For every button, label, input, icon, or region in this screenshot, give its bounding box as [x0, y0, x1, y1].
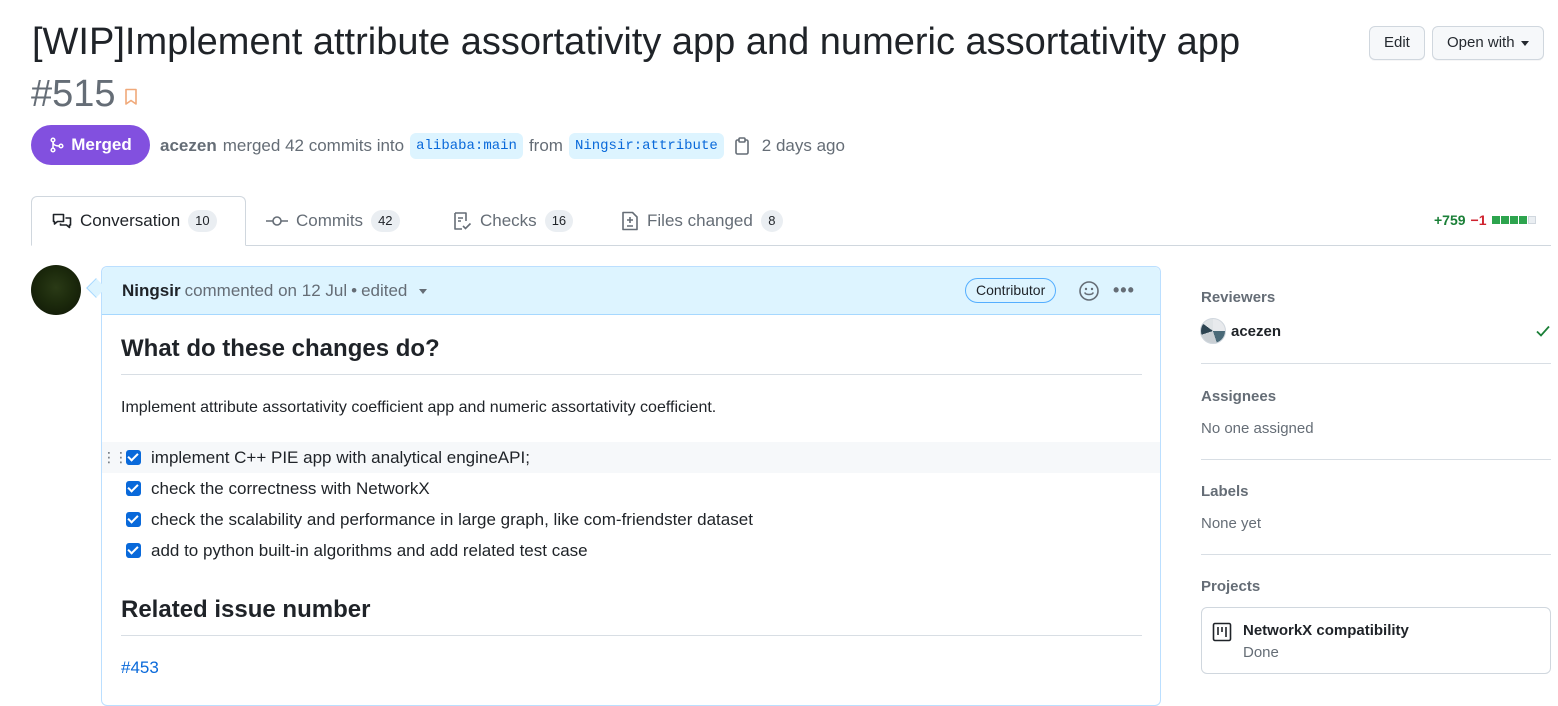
file-diff-icon — [622, 211, 638, 231]
task-checkbox[interactable] — [126, 543, 141, 558]
caret-down-icon — [1520, 40, 1529, 46]
open-with-button[interactable]: Open with — [1432, 26, 1544, 60]
git-merge-icon — [50, 137, 64, 153]
heading-rule — [121, 374, 1142, 375]
commenter-avatar[interactable] — [31, 265, 81, 315]
heading-related-issue: Related issue number — [121, 596, 371, 623]
assignees-value: No one assigned — [1201, 420, 1314, 437]
task-item[interactable]: ⋮⋮ implement C++ PIE app with analytical… — [102, 442, 1160, 473]
project-name[interactable]: NetworkX compatibility — [1243, 622, 1409, 639]
tab-files-label: Files changed — [647, 211, 753, 230]
drag-handle-icon[interactable]: ⋮⋮ — [102, 449, 128, 466]
pr-meta-line: acezen merged 42 commits into alibaba:ma… — [160, 133, 845, 159]
merged-state-label: Merged — [71, 135, 132, 154]
caret-down-icon[interactable] — [419, 288, 428, 294]
reviewer-avatar[interactable] — [1200, 318, 1226, 344]
labels-value: None yet — [1201, 515, 1262, 532]
open-with-label: Open with — [1447, 34, 1515, 51]
reviewers-title[interactable]: Reviewers — [1201, 289, 1275, 306]
comment-box: Ningsir commented on 12 Jul • edited Con… — [101, 266, 1161, 706]
heading-rule — [121, 635, 1142, 636]
tab-commits[interactable]: Commits 42 — [246, 196, 420, 246]
task-text: add to python built-in algorithms and ad… — [151, 540, 588, 560]
tab-files-changed[interactable]: Files changed 8 — [601, 196, 803, 246]
sidebar-divider — [1201, 363, 1551, 364]
tab-commits-label: Commits — [296, 211, 364, 230]
task-text: check the scalability and performance in… — [151, 509, 753, 529]
description-text: Implement attribute assortativity coeffi… — [121, 399, 717, 416]
assignees-title[interactable]: Assignees — [1201, 388, 1276, 405]
edit-button-label: Edit — [1384, 34, 1410, 51]
projects-title[interactable]: Projects — [1201, 578, 1260, 595]
merge-time[interactable]: 2 days ago — [762, 136, 845, 156]
task-item[interactable]: check the scalability and performance in… — [102, 504, 1160, 535]
pr-number: #515 — [31, 73, 116, 115]
task-item[interactable]: add to python built-in algorithms and ad… — [102, 535, 1160, 566]
contributor-badge: Contributor — [965, 278, 1057, 303]
pr-title: [WIP]Implement attribute assortativity a… — [32, 21, 1241, 63]
tab-conversation[interactable]: Conversation 10 — [31, 196, 246, 246]
task-text: check the correctness with NetworkX — [151, 478, 430, 498]
bookmark-icon[interactable] — [124, 88, 138, 106]
diff-block-add — [1491, 216, 1500, 224]
copy-icon[interactable] — [734, 137, 750, 155]
edit-button[interactable]: Edit — [1369, 26, 1425, 60]
merger-link[interactable]: acezen — [160, 136, 217, 156]
edited-dropdown[interactable]: edited — [361, 281, 407, 301]
sidebar-divider — [1201, 554, 1551, 555]
tab-checks-count: 16 — [544, 210, 574, 232]
head-branch[interactable]: Ningsir:attribute — [568, 133, 724, 159]
comment-author[interactable]: Ningsir — [122, 281, 181, 301]
heading-changes: What do these changes do? — [121, 335, 440, 362]
diff-block-add — [1509, 216, 1518, 224]
reviewer-row[interactable]: acezen — [1200, 318, 1551, 344]
merged-state-badge: Merged — [31, 125, 150, 165]
task-checkbox[interactable] — [126, 481, 141, 496]
tab-checks-label: Checks — [480, 211, 537, 230]
project-card[interactable]: NetworkX compatibility Done — [1201, 607, 1551, 674]
project-board-icon — [1212, 622, 1232, 642]
kebab-menu-icon[interactable]: ••• — [1113, 280, 1135, 301]
task-checkbox[interactable] — [126, 512, 141, 527]
git-commit-icon — [266, 216, 288, 226]
diff-block-add — [1518, 216, 1527, 224]
diff-block-empty — [1527, 216, 1536, 224]
task-item[interactable]: check the correctness with NetworkX — [102, 473, 1160, 504]
diffstat-blocks — [1491, 216, 1537, 224]
diff-additions: +759 — [1434, 212, 1466, 228]
task-text: implement C++ PIE app with analytical en… — [151, 447, 530, 467]
comment-separator: • — [351, 281, 358, 300]
tab-commits-count: 42 — [371, 210, 400, 232]
diffstat[interactable]: +759 −1 — [1434, 212, 1537, 228]
tab-files-count: 8 — [760, 210, 783, 232]
merged-text: merged 42 commits into — [222, 136, 405, 155]
issue-link[interactable]: #453 — [121, 658, 159, 678]
diff-deletions: −1 — [1470, 212, 1487, 228]
sidebar-divider — [1201, 459, 1551, 460]
comment-header-text: Ningsir commented on 12 Jul • edited — [122, 281, 428, 301]
base-branch[interactable]: alibaba:main — [410, 133, 523, 159]
check-icon — [1536, 325, 1550, 337]
comment-meta[interactable]: commented on 12 Jul — [185, 281, 348, 301]
labels-title[interactable]: Labels — [1201, 483, 1249, 500]
comment-discussion-icon — [52, 213, 72, 229]
checklist-icon — [454, 212, 472, 230]
from-text: from — [528, 136, 563, 155]
project-status: Done — [1243, 644, 1279, 661]
comment-header: Ningsir commented on 12 Jul • edited Con… — [102, 267, 1160, 315]
tab-conversation-count: 10 — [188, 210, 217, 232]
tab-checks[interactable]: Checks 16 — [432, 196, 593, 246]
task-checkbox[interactable] — [126, 450, 141, 465]
tab-conversation-label: Conversation — [80, 211, 181, 230]
diff-block-add — [1500, 216, 1509, 224]
reviewer-name[interactable]: acezen — [1231, 323, 1281, 340]
smiley-icon[interactable] — [1078, 280, 1100, 302]
